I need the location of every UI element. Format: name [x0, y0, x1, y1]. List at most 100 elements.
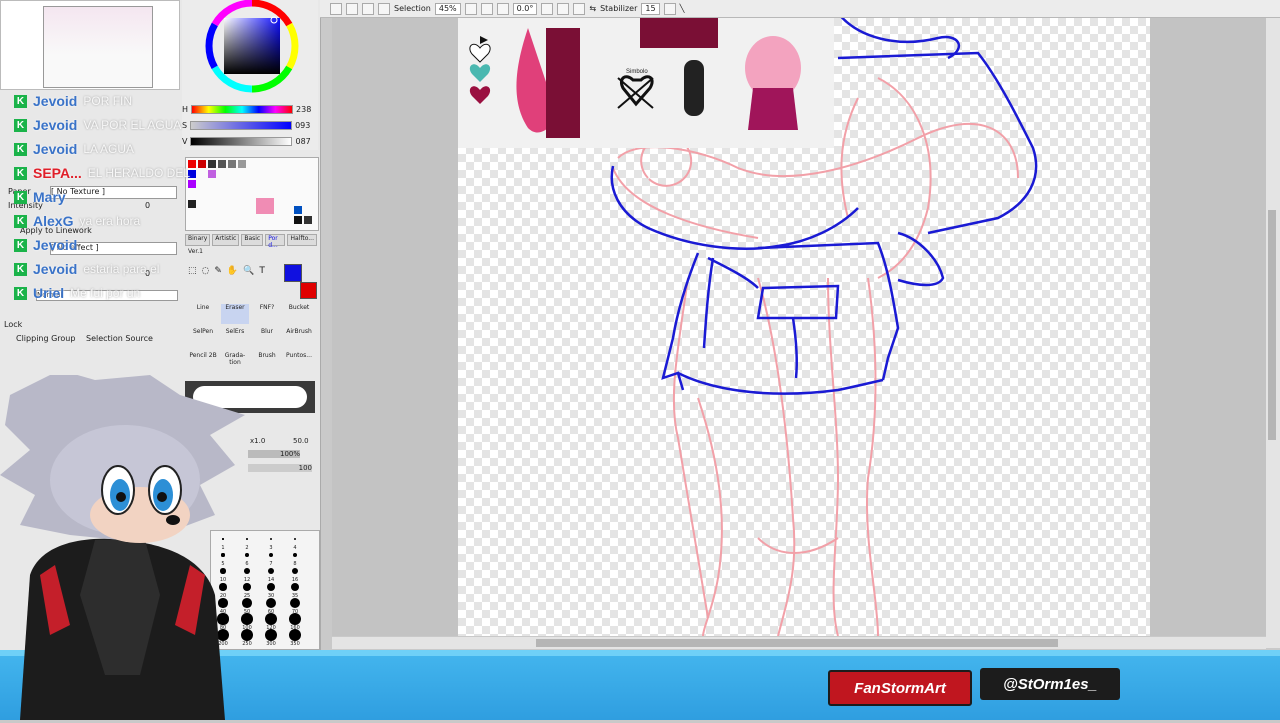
- saturation-slider[interactable]: [190, 120, 293, 130]
- brush-size-option[interactable]: [293, 537, 297, 541]
- brush-size-option[interactable]: [289, 629, 301, 641]
- simbolo-label: Simbolo: [626, 69, 648, 75]
- brush-size-option[interactable]: [289, 613, 301, 625]
- swatch[interactable]: [294, 216, 302, 224]
- brush-size-option[interactable]: [267, 567, 275, 575]
- zoom-in-button[interactable]: [480, 2, 493, 15]
- chat-username: Jevoid: [33, 117, 78, 133]
- chat-username: SEPA...: [33, 165, 82, 181]
- kick-badge-icon: K: [14, 238, 27, 252]
- brush-tool-eraser[interactable]: Eraser: [221, 304, 249, 324]
- tool-tab-version: Ver.1: [188, 248, 203, 255]
- chat-username: Jevoid: [33, 237, 78, 253]
- min-size-slider[interactable]: 100: [248, 464, 312, 472]
- swatch[interactable]: [228, 160, 236, 168]
- stabilizer-field[interactable]: 15: [641, 2, 660, 15]
- swatch[interactable]: [238, 160, 246, 168]
- tab-por-d[interactable]: Por d...: [265, 234, 286, 249]
- density-slider[interactable]: 100%: [248, 450, 300, 458]
- swatch[interactable]: [304, 216, 312, 224]
- brush-tool-bucket[interactable]: Bucket: [285, 304, 313, 324]
- brush-size-option[interactable]: [265, 629, 277, 641]
- swatch[interactable]: [208, 160, 216, 168]
- tab-artistic[interactable]: Artistic: [212, 234, 240, 246]
- brush-size-option[interactable]: [292, 552, 298, 558]
- swatch[interactable]: [188, 200, 196, 208]
- swatch[interactable]: [218, 160, 226, 168]
- flip-icon[interactable]: ⇆: [589, 4, 596, 13]
- horizontal-scroll-thumb[interactable]: [536, 639, 1058, 647]
- vertical-scroll-thumb[interactable]: [1268, 210, 1276, 440]
- brush-size-option[interactable]: [291, 567, 299, 575]
- hue-slider[interactable]: [191, 104, 294, 114]
- min-size-value: 100: [298, 464, 312, 472]
- kick-badge-icon: K: [14, 214, 27, 228]
- brush-size-value[interactable]: 50.0: [293, 437, 309, 445]
- navigator-thumbnail[interactable]: [43, 6, 153, 88]
- color-wheel[interactable]: [182, 0, 318, 100]
- brush-size-label: 300: [266, 641, 276, 647]
- stabilizer-dropdown[interactable]: [663, 2, 676, 15]
- reference-image: Simbolo: [458, 18, 834, 148]
- brush-size-option[interactable]: [269, 537, 273, 541]
- brush-tool-puntos-[interactable]: Puntos...: [285, 352, 313, 372]
- brush-size-option[interactable]: [289, 597, 301, 609]
- brush-tool-brush[interactable]: Brush: [253, 352, 281, 372]
- selection-label[interactable]: Selection: [394, 4, 431, 13]
- chat-message: K AlexG ya era hora: [14, 212, 140, 230]
- brush-tool-line[interactable]: Line: [189, 304, 217, 324]
- chat-username: AlexG: [33, 213, 74, 229]
- intensity-value[interactable]: 0: [145, 201, 150, 210]
- clipping-group-checkbox[interactable]: Clipping Group: [16, 334, 75, 343]
- swatch[interactable]: [256, 198, 274, 214]
- brush-size-option[interactable]: [266, 582, 276, 592]
- chat-message: K SEPA... EL HERALDO DEL: [14, 164, 190, 182]
- brush-tool-fnf-[interactable]: FNF?: [253, 304, 281, 324]
- chat-username: Mary: [33, 189, 66, 205]
- tab-binary[interactable]: Binary: [185, 234, 211, 246]
- value-slider[interactable]: [190, 136, 293, 146]
- zoom-field[interactable]: 45%: [434, 2, 461, 15]
- reset-rotation-button[interactable]: [573, 2, 586, 15]
- brush-tool-grada-tion[interactable]: Grada-tion: [221, 352, 249, 372]
- chat-username: Uriel: [33, 285, 65, 301]
- rotate-left-button[interactable]: [541, 2, 554, 15]
- chat-text: LA AGUA: [83, 142, 135, 156]
- tab-basic[interactable]: Basic: [241, 234, 264, 246]
- brush-tool-selers[interactable]: SelErs: [221, 328, 249, 348]
- swatch[interactable]: [294, 206, 302, 214]
- custom-brush-tools: Line Eraser FNF? Bucket SelPen SelErs Blur AirB…: [185, 260, 317, 370]
- brush-size-label: 7: [269, 561, 273, 567]
- brush-tool-pencil-2b[interactable]: Pencil 2B: [189, 352, 217, 372]
- brush-size-option[interactable]: [265, 613, 277, 625]
- color-swatch-grid[interactable]: [185, 157, 319, 231]
- size-multiplier[interactable]: x1.0: [250, 437, 265, 445]
- line-tool-icon[interactable]: ╲: [680, 4, 685, 13]
- kick-badge-icon: K: [14, 166, 27, 180]
- rotation-field[interactable]: 0.0°: [512, 2, 538, 15]
- swatch[interactable]: [208, 170, 216, 178]
- zoom-fit-button[interactable]: [496, 2, 509, 15]
- undo-button[interactable]: [330, 2, 342, 15]
- lock-label: Lock: [4, 320, 23, 329]
- invert-select-button[interactable]: [378, 2, 390, 15]
- brush-tool-blur[interactable]: Blur: [253, 328, 281, 348]
- chat-message: K Jevoid LA AGUA: [14, 140, 134, 158]
- kick-badge-icon: K: [14, 94, 27, 108]
- brush-tool-selpen[interactable]: SelPen: [189, 328, 217, 348]
- deselect-button[interactable]: [362, 2, 374, 15]
- rotate-right-button[interactable]: [557, 2, 570, 15]
- brush-size-option[interactable]: [290, 582, 300, 592]
- brush-size-option[interactable]: [265, 597, 277, 609]
- hedgehog-avatar-image: [0, 370, 245, 720]
- brush-tool-airbrush[interactable]: AirBrush: [285, 328, 313, 348]
- chat-text: VA POR EL AGUA: [83, 118, 182, 132]
- swatch[interactable]: [198, 160, 206, 168]
- zoom-out-button[interactable]: [464, 2, 477, 15]
- redo-button[interactable]: [346, 2, 358, 15]
- tab-halftone[interactable]: Halfto...: [287, 234, 317, 246]
- chat-message: K Jevoid: [14, 236, 83, 254]
- selection-source-checkbox[interactable]: Selection Source: [86, 334, 153, 343]
- chat-username: Jevoid: [33, 261, 78, 277]
- brush-size-option[interactable]: [268, 552, 274, 558]
